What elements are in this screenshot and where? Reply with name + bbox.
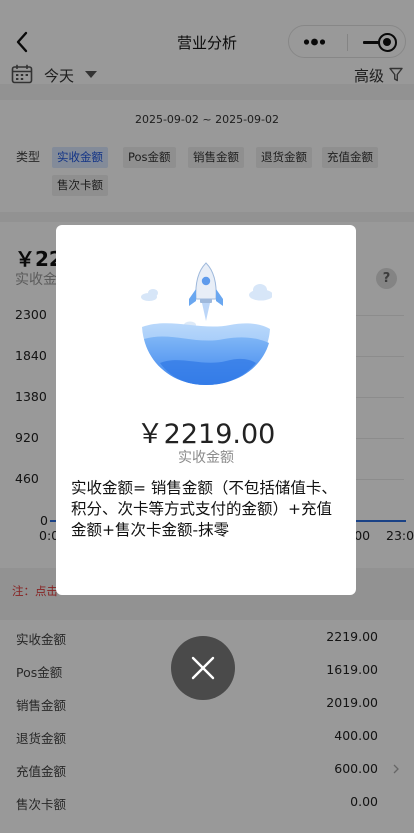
modal-close-button[interactable] bbox=[171, 636, 235, 700]
rocket-illustration bbox=[141, 262, 272, 385]
info-modal: ￥2219.00 实收金额 实收金额= 销售金额（不包括储值卡、积分、次卡等方式… bbox=[56, 225, 356, 595]
modal-subtitle: 实收金额 bbox=[178, 450, 234, 466]
close-icon bbox=[191, 656, 215, 680]
modal-amount: ￥2219.00 bbox=[136, 419, 276, 450]
modal-description: 实收金额= 销售金额（不包括储值卡、积分、次卡等方式支付的金额）+充值金额+售次… bbox=[71, 479, 337, 539]
